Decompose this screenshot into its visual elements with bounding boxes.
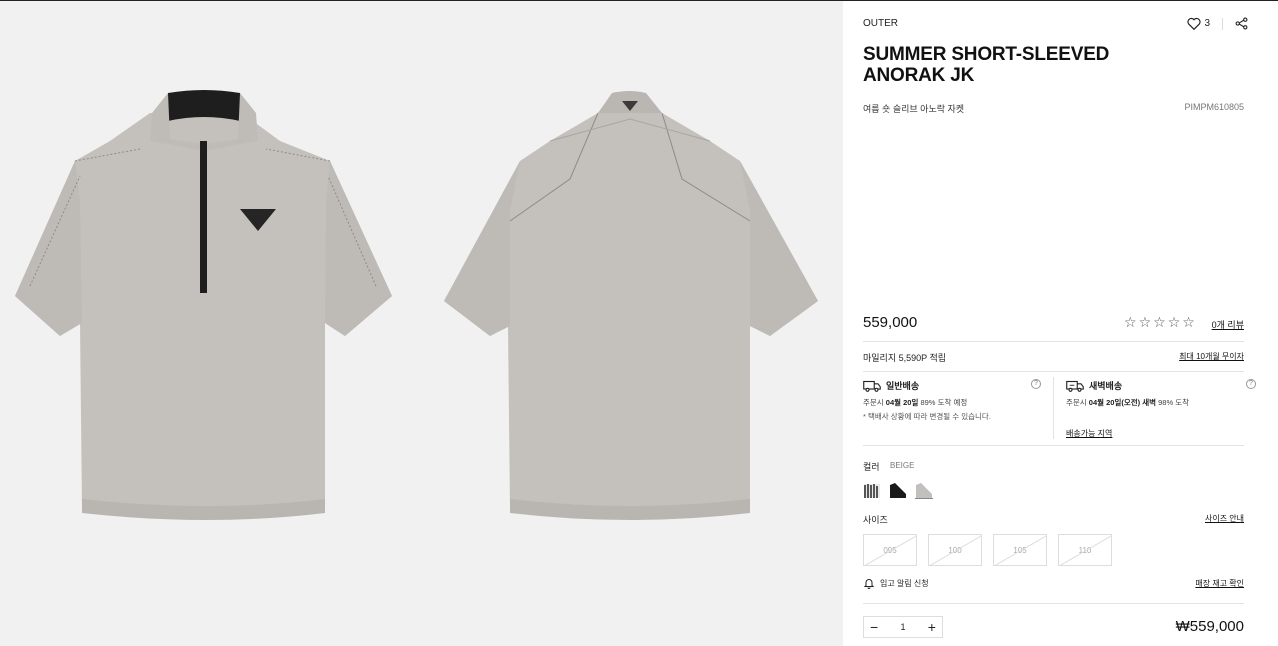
decrease-quantity-button[interactable]: − bbox=[870, 620, 878, 634]
action-divider bbox=[1222, 17, 1223, 30]
standard-shipping: 일반배송 ? 주문시 04월 20일 89% 도착 예정 * 택배사 상황에 따… bbox=[863, 379, 1053, 422]
truck-icon bbox=[863, 380, 881, 392]
product-code: PIMPM610805 bbox=[1184, 102, 1244, 112]
help-icon[interactable]: ? bbox=[1031, 379, 1041, 389]
star-icon: ☆ bbox=[1182, 314, 1195, 330]
size-option-110[interactable]: 110 bbox=[1058, 534, 1112, 566]
color-swatch-beige[interactable] bbox=[915, 481, 933, 499]
color-swatch-black[interactable] bbox=[889, 481, 907, 499]
restock-label: 입고 알림 신청 bbox=[880, 578, 929, 588]
divider bbox=[863, 371, 1244, 372]
shipping-divider bbox=[1053, 377, 1054, 439]
dawn-truck-icon bbox=[1066, 380, 1084, 392]
size-label: 사이즈 bbox=[863, 515, 888, 525]
size-guide-link[interactable]: 사이즈 안내 bbox=[1205, 513, 1244, 524]
standard-shipping-eta: 주문시 04월 20일 89% 도착 예정 bbox=[863, 398, 968, 407]
size-option-100[interactable]: 100 bbox=[928, 534, 982, 566]
dawn-shipping-eta: 주문시 04월 20일(오전) 새벽 98% 도착 bbox=[1066, 398, 1190, 407]
color-value: BEIGE bbox=[890, 461, 915, 470]
color-swatch-pattern[interactable] bbox=[863, 481, 881, 499]
total-price: ₩559,000 bbox=[1175, 618, 1244, 635]
like-button[interactable]: 3 bbox=[1187, 17, 1210, 30]
mileage-info: 마일리지 5,590P 적립 bbox=[863, 353, 947, 363]
quantity-value[interactable]: 1 bbox=[900, 622, 905, 632]
product-category[interactable]: OUTER bbox=[863, 18, 898, 29]
star-icon: ☆ bbox=[1124, 314, 1137, 330]
color-swatches bbox=[863, 481, 933, 499]
standard-shipping-note: * 택배사 상황에 따라 변경될 수 있습니다. bbox=[863, 412, 991, 421]
review-link[interactable]: 0개 리뷰 bbox=[1212, 318, 1244, 331]
product-title: SUMMER SHORT-SLEEVED ANORAK JK bbox=[863, 44, 1110, 86]
increase-quantity-button[interactable]: + bbox=[928, 620, 936, 634]
star-icon: ☆ bbox=[1167, 314, 1181, 330]
rating-stars[interactable]: ☆ ☆ ☆ ☆ ☆ bbox=[1124, 314, 1195, 331]
store-stock-link[interactable]: 매장 재고 확인 bbox=[1195, 578, 1244, 589]
product-image-front[interactable] bbox=[0, 1, 420, 646]
dawn-shipping-title: 새벽배송 bbox=[1089, 381, 1123, 391]
product-actions: 3 bbox=[1187, 17, 1248, 30]
dawn-shipping: 새벽배송 ? 주문시 04월 20일(오전) 새벽 98% 도착 bbox=[1066, 379, 1256, 408]
divider bbox=[863, 341, 1244, 342]
standard-shipping-title: 일반배송 bbox=[886, 381, 920, 391]
dawn-shipping-header: 새벽배송 bbox=[1066, 379, 1256, 392]
installment-link[interactable]: 최대 10개월 무이자 bbox=[1179, 351, 1244, 362]
size-options: 095 100 105 110 bbox=[863, 534, 1112, 566]
product-gallery bbox=[0, 1, 843, 646]
divider bbox=[863, 603, 1244, 604]
color-label: 컬러 bbox=[863, 462, 880, 472]
star-icon: ☆ bbox=[1153, 314, 1166, 330]
heart-icon bbox=[1187, 17, 1201, 30]
size-option-105[interactable]: 105 bbox=[993, 534, 1047, 566]
restock-alert[interactable]: 입고 알림 신청 bbox=[863, 577, 929, 589]
standard-shipping-header: 일반배송 bbox=[863, 379, 1053, 392]
product-subtitle: 여름 숏 슬리브 아노락 자켓 bbox=[863, 104, 965, 114]
like-count: 3 bbox=[1204, 18, 1210, 29]
size-option-095[interactable]: 095 bbox=[863, 534, 917, 566]
bell-icon bbox=[863, 579, 875, 589]
star-icon: ☆ bbox=[1138, 314, 1152, 330]
divider bbox=[863, 445, 1244, 446]
product-image-back[interactable] bbox=[420, 1, 840, 646]
share-icon[interactable] bbox=[1235, 17, 1248, 30]
help-icon[interactable]: ? bbox=[1246, 379, 1256, 389]
product-info-panel: OUTER 3 SUMMER SHORT-SLEEVED ANORAK JK 여… bbox=[843, 1, 1278, 646]
quantity-stepper: − 1 + bbox=[863, 616, 943, 638]
delivery-area-link[interactable]: 배송가능 지역 bbox=[1066, 428, 1112, 439]
product-price: 559,000 bbox=[863, 314, 918, 331]
